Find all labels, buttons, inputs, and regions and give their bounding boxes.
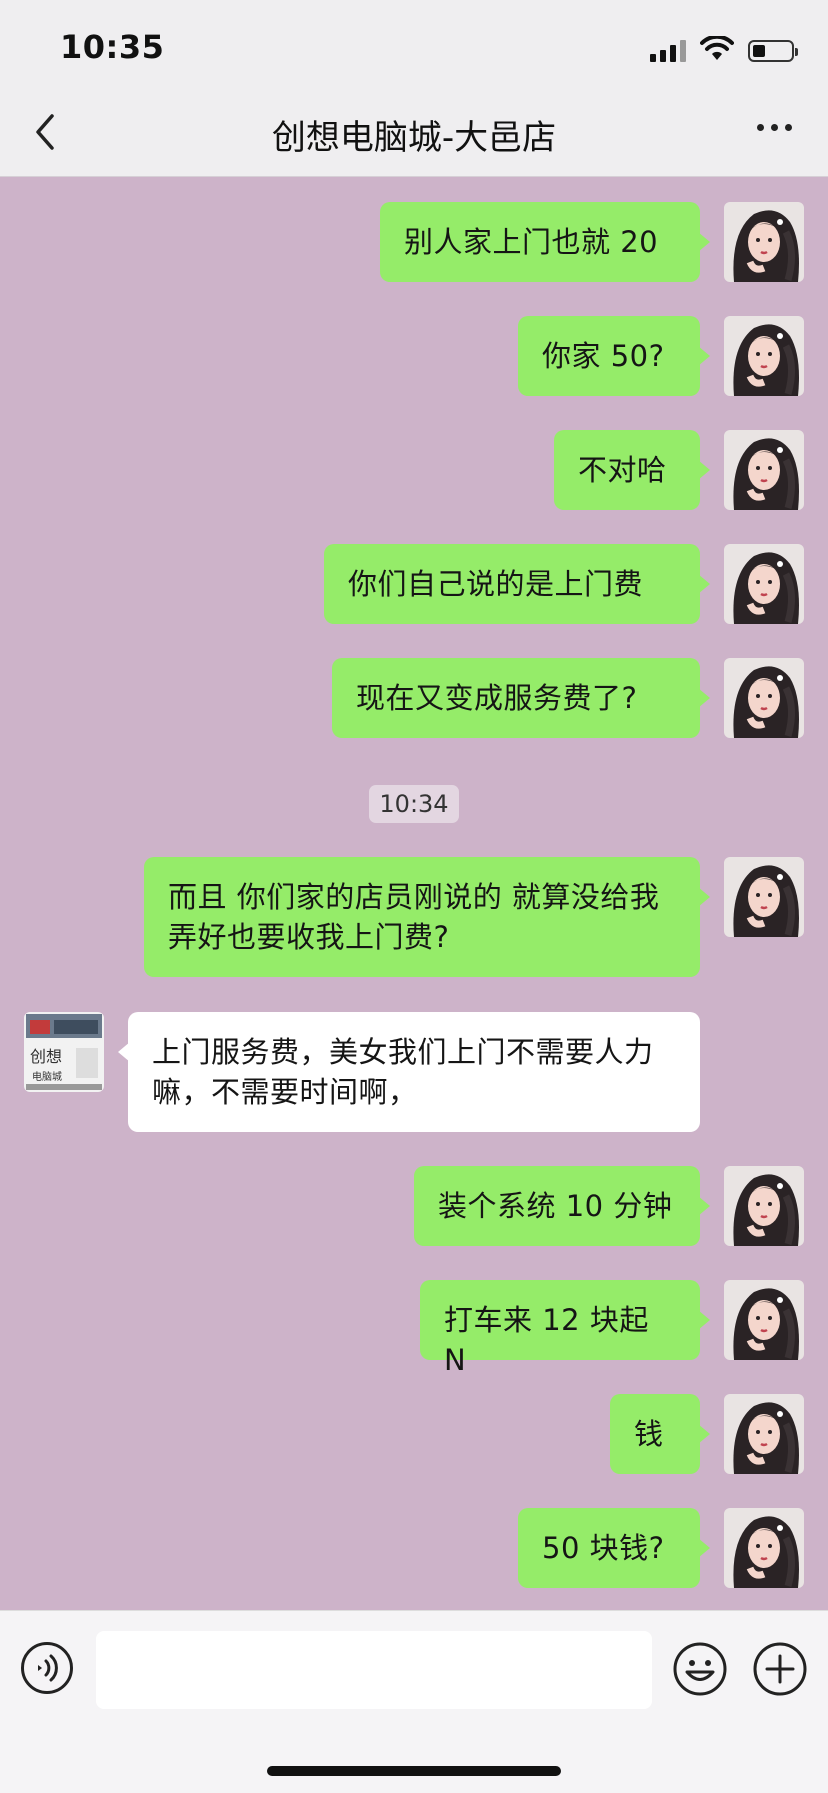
home-indicator — [267, 1766, 561, 1776]
battery-icon — [748, 40, 798, 62]
sent-message-bubble[interactable]: 你家 50? — [518, 316, 710, 396]
chat-title: 创想电脑城-大邑店 — [271, 118, 557, 158]
sent-message-bubble[interactable]: 而且 你们家的店员刚说的 就算没给我弄好也要收我上门费? — [144, 857, 710, 977]
svg-text:电脑城: 电脑城 — [32, 1070, 62, 1083]
status-time: 10:35 — [60, 28, 165, 66]
emoji-icon[interactable] — [672, 1641, 728, 1697]
navigation-bar: 10:35 创想电脑城-大邑店 — [0, 0, 828, 177]
cellular-signal-icon — [650, 38, 686, 62]
my-avatar[interactable] — [724, 857, 804, 937]
my-avatar[interactable] — [724, 1394, 804, 1474]
my-avatar[interactable] — [724, 1508, 804, 1588]
my-avatar[interactable] — [724, 1280, 804, 1360]
sent-message-bubble[interactable]: 不对哈 — [554, 430, 710, 510]
sent-message-bubble[interactable]: 你们自己说的是上门费 — [324, 544, 710, 624]
svg-text:创想: 创想 — [30, 1047, 62, 1066]
sent-message-bubble[interactable]: 打车来 12 块起 N — [420, 1280, 710, 1377]
my-avatar[interactable] — [724, 202, 804, 282]
contact-avatar[interactable]: 创想 电脑城 — [24, 1012, 104, 1092]
my-avatar[interactable] — [724, 658, 804, 738]
sent-message-bubble[interactable]: 装个系统 10 分钟 — [414, 1166, 710, 1246]
wifi-icon — [700, 36, 734, 60]
sent-message-bubble[interactable]: 50 块钱? — [518, 1508, 710, 1588]
status-icons — [650, 36, 798, 62]
sent-message-bubble[interactable]: 现在又变成服务费了? — [332, 658, 710, 738]
my-avatar[interactable] — [724, 430, 804, 510]
message-input[interactable] — [96, 1631, 652, 1709]
received-message-bubble[interactable]: 上门服务费，美女我们上门不需要人力嘛，不需要时间啊， — [118, 1012, 700, 1132]
add-attachment-icon[interactable] — [752, 1641, 808, 1697]
my-avatar[interactable] — [724, 544, 804, 624]
more-icon[interactable] — [757, 124, 792, 131]
message-timestamp: 10:34 — [369, 785, 459, 823]
chat-message-list[interactable]: 别人家上门也就 20 你家 50? 不对哈你们自己说的是上门费现在又变成服务费了? 1… — [0, 176, 828, 1610]
sent-message-bubble[interactable]: 别人家上门也就 20 — [380, 202, 710, 282]
my-avatar[interactable] — [724, 1166, 804, 1246]
voice-icon[interactable] — [20, 1641, 74, 1695]
sent-message-bubble[interactable]: 钱 — [610, 1394, 710, 1474]
my-avatar[interactable] — [724, 316, 804, 396]
